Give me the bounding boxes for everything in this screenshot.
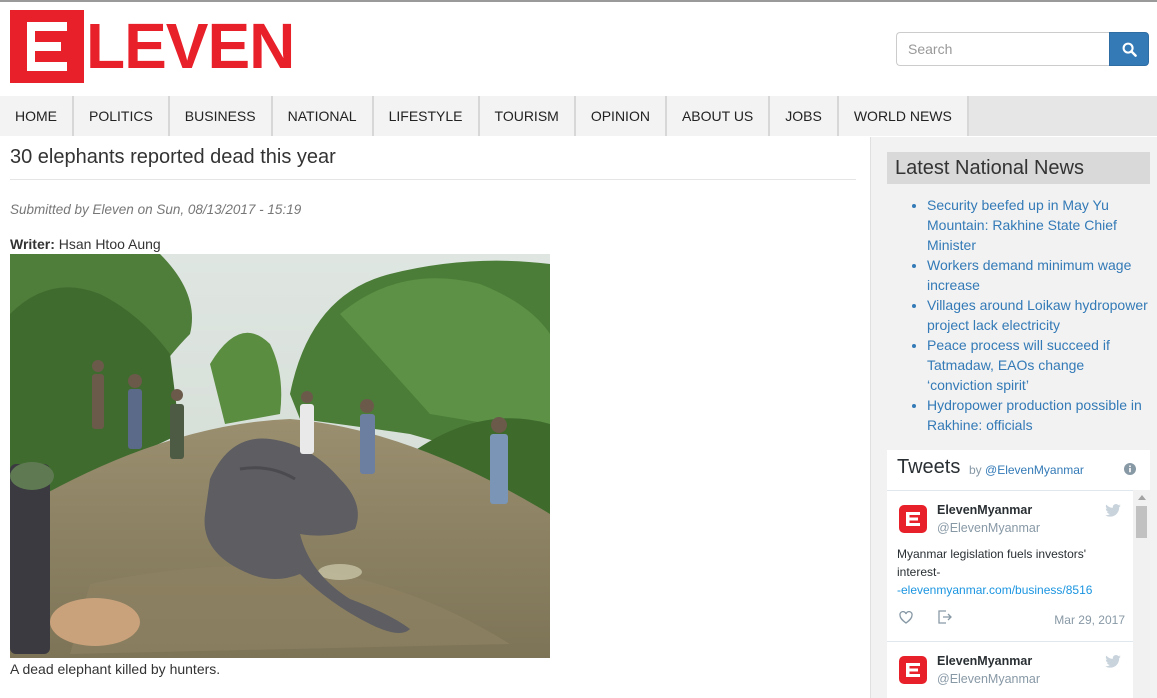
logo-e-mark bbox=[10, 10, 84, 83]
tweet-author-handle[interactable]: @ElevenMyanmar bbox=[937, 672, 1040, 686]
top-border bbox=[0, 0, 1157, 2]
avatar[interactable] bbox=[899, 656, 927, 684]
list-item[interactable]: Security beefed up in May Yu Mountain: R… bbox=[927, 195, 1151, 255]
title-divider bbox=[10, 179, 856, 180]
article-title: 30 elephants reported dead this year bbox=[10, 146, 336, 168]
latest-news-heading: Latest National News bbox=[887, 152, 1150, 184]
writer-name: Hsan Htoo Aung bbox=[58, 236, 161, 252]
twitter-bird-icon[interactable] bbox=[1105, 504, 1121, 517]
writer-label: Writer: bbox=[10, 236, 55, 252]
tweet-author-name[interactable]: ElevenMyanmar bbox=[937, 503, 1032, 517]
tweet-actions: Mar 29, 2017 bbox=[899, 609, 1125, 629]
tweet: ElevenMyanmar @ElevenMyanmar Myanmar leg… bbox=[887, 491, 1133, 642]
nav-item-world-news[interactable]: WORLD NEWS bbox=[838, 96, 969, 136]
list-item[interactable]: Peace process will succeed if Tatmadaw, … bbox=[927, 335, 1151, 395]
tweet-author-name[interactable]: ElevenMyanmar bbox=[937, 654, 1032, 668]
logo-text: LEVEN bbox=[86, 10, 295, 82]
tweets-scrollbar[interactable] bbox=[1133, 490, 1150, 698]
article-photo bbox=[10, 254, 550, 658]
search-input[interactable] bbox=[896, 32, 1109, 66]
tweets-feed[interactable]: ElevenMyanmar @ElevenMyanmar Myanmar leg… bbox=[887, 490, 1150, 698]
share-icon[interactable] bbox=[937, 610, 952, 624]
list-item[interactable]: Workers demand minimum wage increase bbox=[927, 255, 1151, 295]
nav-item-lifestyle[interactable]: LIFESTYLE bbox=[373, 96, 480, 136]
nav-item-home[interactable]: HOME bbox=[0, 96, 74, 136]
nav-item-opinion[interactable]: OPINION bbox=[575, 96, 667, 136]
tweet-author-handle[interactable]: @ElevenMyanmar bbox=[937, 521, 1040, 535]
photo-caption: A dead elephant killed by hunters. bbox=[10, 661, 221, 677]
twitter-bird-icon[interactable] bbox=[1105, 655, 1121, 668]
nav-item-politics[interactable]: POLITICS bbox=[74, 96, 170, 136]
tweets-header: Tweets by @ElevenMyanmar bbox=[887, 450, 1150, 490]
nav-item-business[interactable]: BUSINESS bbox=[169, 96, 273, 136]
nav-item-national[interactable]: NATIONAL bbox=[272, 96, 374, 136]
search-button[interactable] bbox=[1109, 32, 1149, 66]
list-item[interactable]: Villages around Loikaw hydropower projec… bbox=[927, 295, 1151, 335]
heart-icon[interactable] bbox=[899, 611, 913, 624]
tweet-link[interactable]: -elevenmyanmar.com/business/8516 bbox=[897, 583, 1092, 597]
submitted-line: Submitted by Eleven on Sun, 08/13/2017 -… bbox=[10, 202, 302, 217]
tweets-title: Tweets bbox=[897, 456, 961, 478]
info-icon[interactable] bbox=[1124, 463, 1136, 475]
latest-news-list: Security beefed up in May Yu Mountain: R… bbox=[909, 195, 1151, 435]
site-logo[interactable]: LEVEN bbox=[10, 10, 295, 83]
tweet-date[interactable]: Mar 29, 2017 bbox=[1054, 613, 1125, 627]
list-item[interactable]: Hydropower production possible in Rakhin… bbox=[927, 395, 1151, 435]
tweet-text: Myanmar legislation fuels investors' int… bbox=[897, 547, 1093, 597]
tweets-handle-link[interactable]: @ElevenMyanmar bbox=[985, 463, 1084, 477]
main-nav: HOME POLITICS BUSINESS NATIONAL LIFESTYL… bbox=[0, 96, 1157, 136]
tweet: ElevenMyanmar @ElevenMyanmar bbox=[887, 642, 1133, 698]
search-icon bbox=[1122, 42, 1137, 57]
scroll-thumb[interactable] bbox=[1136, 506, 1147, 538]
nav-item-about-us[interactable]: ABOUT US bbox=[666, 96, 771, 136]
nav-item-jobs[interactable]: JOBS bbox=[770, 96, 839, 136]
scroll-up-arrow-icon[interactable] bbox=[1138, 495, 1146, 500]
tweets-by: by @ElevenMyanmar bbox=[969, 463, 1084, 477]
avatar[interactable] bbox=[899, 505, 927, 533]
search-form bbox=[896, 32, 1149, 66]
writer-line: Writer: Hsan Htoo Aung bbox=[10, 236, 161, 252]
nav-item-tourism[interactable]: TOURISM bbox=[479, 96, 576, 136]
